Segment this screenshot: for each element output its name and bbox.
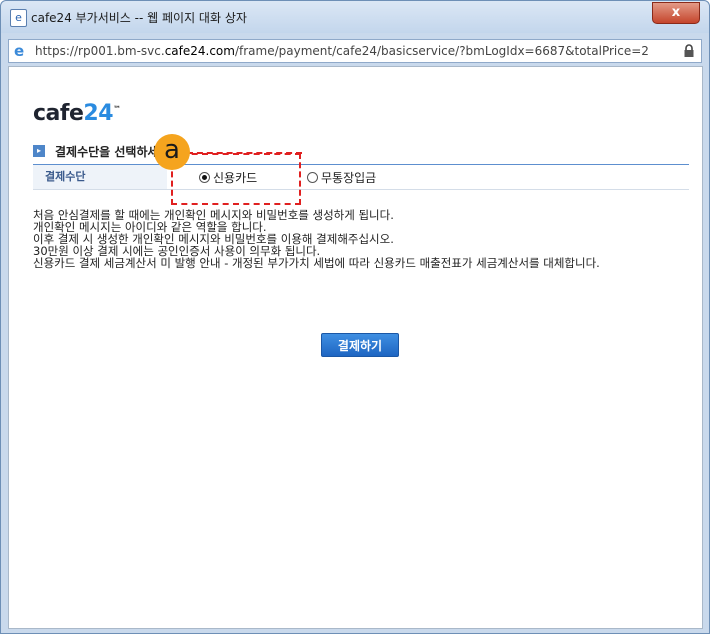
url-suffix: /frame/payment/cafe24/basicservice/?bmLo… xyxy=(234,44,649,58)
note-line: 신용카드 결제 세금계산서 미 발행 안내 - 개정된 부가가치 세법에 따라 … xyxy=(33,256,600,270)
radio-bank-transfer[interactable]: 무통장입금 xyxy=(307,170,376,186)
lock-icon[interactable] xyxy=(683,44,695,58)
payment-method-label: 결제수단 xyxy=(33,165,167,189)
url-text: https://rp001.bm-svc.cafe24.com/frame/pa… xyxy=(35,44,677,58)
title-bar[interactable]: e cafe24 부가서비스 -- 웹 페이지 대화 상자 x xyxy=(1,1,709,33)
divider-bottom xyxy=(33,189,689,190)
bullet-icon: ▸ xyxy=(33,145,45,157)
logo-text: cafe xyxy=(33,101,84,126)
logo-number: 24 xyxy=(83,101,114,126)
ie-icon: e xyxy=(14,42,25,60)
close-button[interactable]: x xyxy=(652,2,700,24)
cafe24-logo: cafe24™ xyxy=(33,101,121,126)
bank-transfer-label: 무통장입금 xyxy=(321,171,377,185)
address-bar[interactable]: e https://rp001.bm-svc.cafe24.com/frame/… xyxy=(8,39,702,63)
logo-tm: ™ xyxy=(113,104,121,114)
page-icon: e xyxy=(10,9,27,27)
payment-notes: 처음 안심결제를 할 때에는 개인확인 메시지와 비밀번호를 생성하게 됩니다.… xyxy=(33,209,693,269)
radio-unselected-icon[interactable] xyxy=(307,172,318,183)
url-prefix: https://rp001.bm-svc. xyxy=(35,44,165,58)
page-content: cafe24™ ▸ 결제수단을 선택하세요 결제수단 신용카드 무통장입금 처음… xyxy=(8,66,703,629)
annotation-badge: a xyxy=(154,134,190,170)
pay-button[interactable]: 결제하기 xyxy=(321,333,399,357)
section-title: 결제수단을 선택하세요 xyxy=(55,145,170,159)
url-host: cafe24.com xyxy=(164,44,235,58)
dialog-window: e cafe24 부가서비스 -- 웹 페이지 대화 상자 x e https:… xyxy=(0,0,710,634)
annotation-highlight-box xyxy=(171,153,301,205)
window-title: cafe24 부가서비스 -- 웹 페이지 대화 상자 xyxy=(31,11,247,25)
